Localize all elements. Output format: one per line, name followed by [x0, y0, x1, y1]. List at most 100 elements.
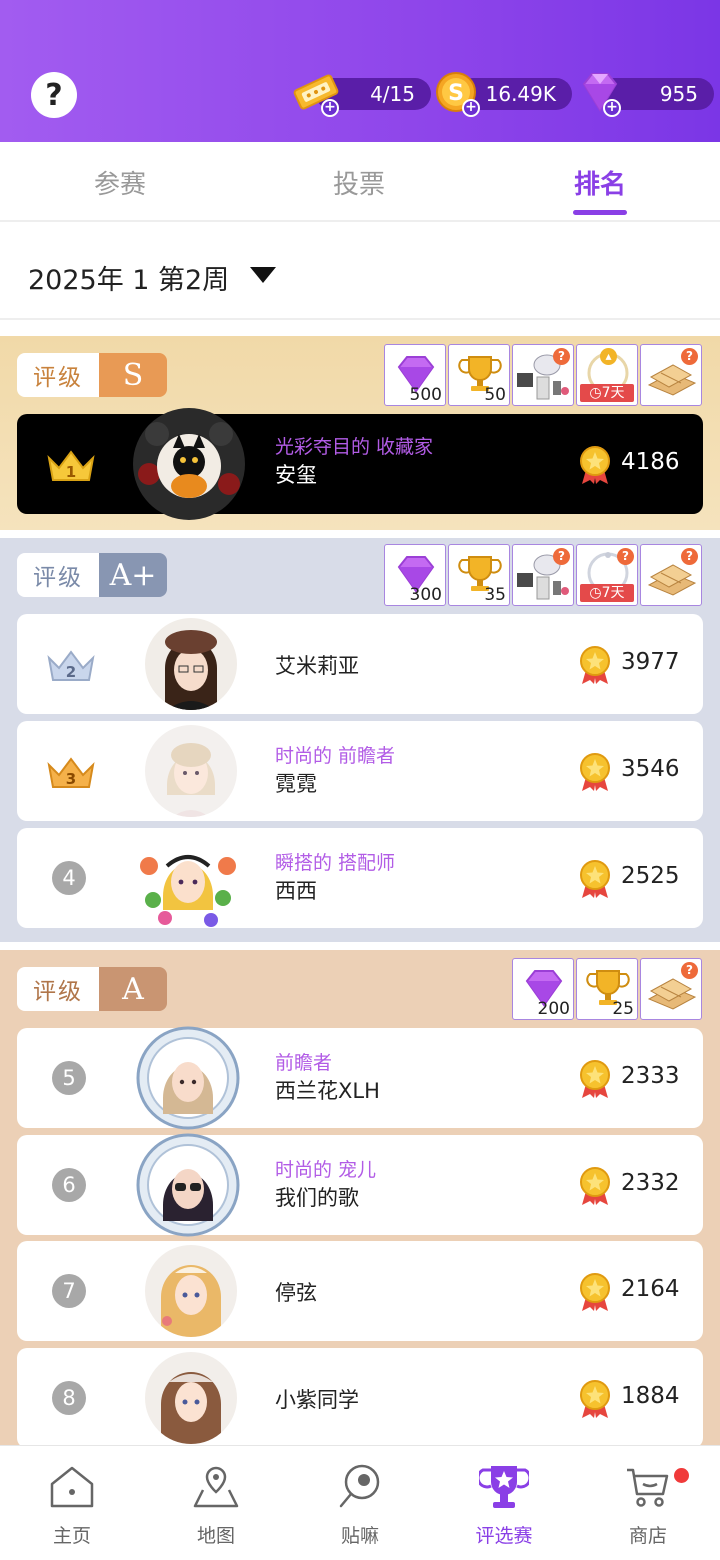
coins-value: 16.49K — [485, 82, 556, 106]
reward-qty: 200 — [537, 999, 570, 1019]
rank-number: 1 — [66, 463, 76, 481]
help-icon: ? — [681, 548, 698, 565]
tier-grade: A — [99, 967, 167, 1011]
lock-icon: ▴ — [600, 348, 617, 365]
reward-diamond[interactable]: 300 — [384, 544, 446, 606]
divider — [0, 318, 720, 320]
ranking-row-6[interactable]: 6 时尚的 宠儿 我们的歌 2332 — [17, 1133, 703, 1237]
reward-qty: 500 — [409, 385, 442, 405]
player-score: 2525 — [621, 863, 680, 889]
nav-label: 主页 — [52, 1525, 91, 1547]
nav-post[interactable]: 贴嘛 — [288, 1446, 432, 1560]
player-name: 停弦 — [275, 1281, 317, 1305]
help-button[interactable]: ? — [31, 72, 77, 118]
player-name: 艾米莉亚 — [275, 654, 359, 678]
tier-aplus-section: 评级 A+ 300 35 ? ? ◷7天 ? 2 艾米莉亚 3977 3 时尚的… — [0, 538, 720, 942]
map-icon — [193, 1466, 239, 1508]
tier-badge-aplus: 评级 A+ — [17, 553, 167, 597]
tier-s-section: 评级 S 500 50 ? ▴ ◷7天 ? 1 光彩夺目的 收藏家 安玺 418… — [0, 336, 720, 530]
tier-label: 评级 — [17, 553, 99, 597]
player-name: 霓霓 — [275, 772, 317, 796]
ranking-row-5[interactable]: 5 前瞻者 西兰花XLH 2333 — [17, 1026, 703, 1130]
reward-trophy[interactable]: 25 — [576, 958, 638, 1020]
silver-crown-icon: 2 — [47, 650, 95, 681]
reward-frame[interactable]: ▴ ◷7天 — [576, 344, 638, 406]
reward-qty: 25 — [612, 999, 634, 1019]
ranking-row-2[interactable]: 2 艾米莉亚 3977 — [17, 614, 703, 714]
ranking-row-1[interactable]: 1 光彩夺目的 收藏家 安玺 4186 — [17, 408, 703, 520]
reward-diamond[interactable]: 500 — [384, 344, 446, 406]
timer-text: 7天 — [601, 385, 625, 401]
player-name: 西西 — [275, 879, 317, 903]
tab-bar: 参赛 投票 排名 — [0, 142, 720, 222]
bottom-nav: 主页 地图 贴嘛 评选赛 商店 — [0, 1445, 720, 1560]
top-bar: ? 4/15 + 16.49K S + 955 + — [0, 0, 720, 142]
add-tickets-icon[interactable]: + — [321, 99, 339, 117]
help-icon: ? — [681, 348, 698, 365]
medal-icon — [580, 860, 610, 898]
reward-qty: 50 — [484, 385, 506, 405]
active-tab-indicator — [573, 210, 627, 215]
notification-dot — [674, 1468, 689, 1483]
reward-outfit[interactable]: ? — [512, 544, 574, 606]
medal-icon — [580, 446, 610, 484]
nav-label: 商店 — [628, 1525, 667, 1547]
medal-icon — [580, 1167, 610, 1205]
timer-text: 7天 — [601, 585, 625, 601]
player-score: 1884 — [621, 1383, 680, 1409]
reward-trophy[interactable]: 50 — [448, 344, 510, 406]
ranking-row-4[interactable]: 4 瞬搭的 搭配师 西西 2525 — [17, 828, 703, 928]
player-score: 3977 — [621, 649, 680, 675]
reward-chest[interactable]: ? — [640, 544, 702, 606]
avatar — [136, 1026, 240, 1130]
help-icon: ? — [45, 77, 63, 113]
nav-shop[interactable]: 商店 — [576, 1446, 720, 1560]
post-icon — [339, 1464, 380, 1508]
avatar — [133, 408, 245, 520]
tier-grade: S — [99, 353, 167, 397]
player-score: 2332 — [621, 1170, 680, 1196]
help-icon: ? — [681, 962, 698, 979]
svg-text:S: S — [448, 81, 464, 106]
nav-contest[interactable]: 评选赛 — [432, 1446, 576, 1560]
timer-badge: ◷7天 — [580, 584, 634, 602]
reward-chest[interactable]: ? — [640, 344, 702, 406]
nav-label: 地图 — [196, 1525, 235, 1547]
ranking-row-7[interactable]: 7 停弦 2164 — [17, 1241, 703, 1341]
nav-map[interactable]: 地图 — [144, 1446, 288, 1560]
player-title: 时尚的 前瞻者 — [275, 745, 396, 767]
medal-icon — [580, 1060, 610, 1098]
timer-badge: ◷7天 — [580, 384, 634, 402]
player-score: 2333 — [621, 1063, 680, 1089]
reward-chest[interactable]: ? — [640, 958, 702, 1020]
tickets-value: 4/15 — [370, 82, 415, 106]
ranking-row-8[interactable]: 8 小紫同学 1884 — [17, 1348, 703, 1448]
tab-participate[interactable]: 参赛 — [94, 164, 146, 201]
nav-home[interactable]: 主页 — [0, 1446, 144, 1560]
ranking-row-3[interactable]: 3 时尚的 前瞻者 霓霓 3546 — [17, 721, 703, 821]
bronze-crown-icon: 3 — [47, 757, 95, 788]
reward-outfit[interactable]: ? — [512, 344, 574, 406]
player-name: 小紫同学 — [275, 1388, 359, 1412]
nav-label: 贴嘛 — [340, 1525, 379, 1547]
player-name: 西兰花XLH — [275, 1079, 380, 1103]
avatar — [145, 618, 237, 710]
reward-diamond[interactable]: 200 — [512, 958, 574, 1020]
reward-qty: 35 — [484, 585, 506, 605]
tab-vote[interactable]: 投票 — [333, 164, 385, 201]
avatar — [140, 833, 236, 927]
player-title: 光彩夺目的 收藏家 — [275, 436, 434, 458]
tab-ranking[interactable]: 排名 — [574, 164, 626, 201]
add-coins-icon[interactable]: + — [462, 99, 480, 117]
rank-number: 5 — [52, 1061, 86, 1095]
chevron-down-icon[interactable] — [250, 267, 276, 283]
player-title: 时尚的 宠儿 — [275, 1159, 377, 1181]
add-diamonds-icon[interactable]: + — [603, 99, 621, 117]
period-selector[interactable]: 2025年 1 第2周 — [28, 258, 229, 297]
player-title: 前瞻者 — [275, 1052, 333, 1074]
avatar — [145, 1245, 237, 1337]
reward-frame[interactable]: ? ◷7天 — [576, 544, 638, 606]
cart-icon — [627, 1468, 669, 1507]
reward-trophy[interactable]: 35 — [448, 544, 510, 606]
rank-number: 7 — [52, 1274, 86, 1308]
